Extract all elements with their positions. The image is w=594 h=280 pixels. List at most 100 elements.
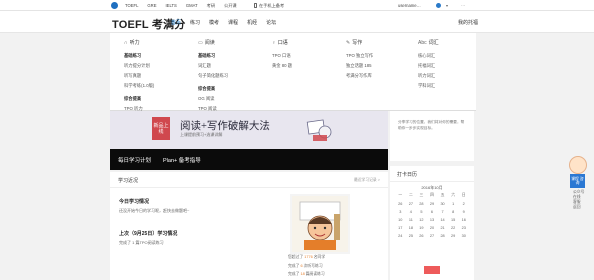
nav-forum[interactable]: 论坛 — [266, 19, 276, 26]
menu-item[interactable]: 词汇题 — [198, 63, 228, 69]
user-avatar[interactable] — [435, 2, 442, 9]
recent-records-link[interactable]: 最近学习记录 > — [354, 178, 380, 183]
calendar-day[interactable]: 26 — [395, 202, 406, 206]
mobile-app-link[interactable]: 在手机上备考 — [254, 3, 284, 9]
calendar-day[interactable]: 29 — [448, 234, 459, 238]
tab-daily-plan[interactable]: 每日学习计划 — [118, 156, 151, 164]
menu-column-speaking: ♀ 口语 TPO 口语 黄金 80 题 — [272, 39, 292, 73]
calendar-weekday: 一 — [398, 193, 403, 197]
course-consult-button[interactable]: 课程 咨询 — [570, 174, 585, 188]
calendar-day[interactable]: 27 — [406, 202, 417, 206]
menu-item[interactable]: OG 阅读 — [198, 96, 228, 102]
menu-item: 基础练习 — [124, 53, 142, 58]
menu-column-listening: ∩ 听力 基础练习 听力提分计划 听写真题 科学考练(1.0版) 综合提高 TPO… — [124, 39, 154, 116]
calendar-day[interactable]: 23 — [458, 226, 469, 230]
calendar-day[interactable]: 29 — [427, 202, 438, 206]
menu-item: 基础练习 — [198, 53, 216, 58]
pen-icon: ✎ — [346, 40, 351, 46]
calendar-day[interactable]: 14 — [437, 218, 448, 222]
menu-column-reading: ▭ 阅读 基础练习 词汇题 句子简化题练习 综合提高 OG 阅读 TPO 阅读 — [198, 39, 228, 116]
tab-plan-plus[interactable]: Plan+ 备考指导 — [163, 156, 201, 164]
site-link-gmat[interactable]: GMAT — [186, 3, 198, 9]
menu-item[interactable]: TPO 独立写作 — [346, 53, 373, 59]
calendar-day[interactable]: 2 — [458, 202, 469, 206]
menu-item[interactable]: 听写真题 — [124, 73, 154, 79]
username-label[interactable]: username… — [398, 3, 421, 8]
calendar-day[interactable]: 30 — [437, 202, 448, 206]
banner-tag: 新品上线 — [152, 117, 170, 140]
main-header: TOEFL 考满分 首页 练习 模考 课程 机经 论坛 我的托福 — [0, 11, 594, 33]
calendar-day[interactable]: 16 — [458, 218, 469, 222]
calendar-day[interactable]: 28 — [416, 202, 427, 206]
menu-item[interactable]: 独立话题 185 — [346, 63, 373, 69]
calendar-day[interactable]: 27 — [427, 234, 438, 238]
calendar-day[interactable]: 10 — [395, 218, 406, 222]
calendar-weekday: 三 — [419, 193, 424, 197]
abc-icon: Abc — [418, 40, 427, 46]
calendar-day[interactable]: 7 — [437, 210, 448, 214]
menu-item: 综合提高 — [198, 86, 216, 91]
calendar-weekday: 日 — [461, 193, 466, 197]
calendar-day[interactable]: 18 — [406, 226, 417, 230]
headphones-icon: ∩ — [124, 40, 128, 46]
menu-item[interactable]: 黄金 80 题 — [272, 63, 292, 69]
menu-item[interactable]: 听力提分计划 — [124, 63, 154, 69]
menu-item[interactable]: 核心词汇 — [418, 53, 439, 59]
menu-item[interactable]: 学科词汇 — [418, 83, 439, 89]
nav-jijing[interactable]: 机经 — [247, 19, 257, 26]
chevron-down-icon[interactable]: ▾ — [446, 3, 448, 8]
banner-illustration-icon — [306, 119, 332, 141]
calendar-day[interactable]: 25 — [406, 234, 417, 238]
calendar-day[interactable]: 26 — [416, 234, 427, 238]
today-marker[interactable] — [424, 266, 440, 274]
last-session-text[interactable]: 完成了 1 篇TPO阅读练习 — [119, 240, 164, 246]
nav-practice[interactable]: 练习 — [190, 19, 200, 26]
calendar-day[interactable]: 20 — [427, 226, 438, 230]
site-link-gre[interactable]: GRE — [147, 3, 156, 9]
top-utility-bar: TOEFL GRE IELTS GMAT 考研 公开课 在手机上备考 usern… — [0, 0, 594, 11]
nav-courses[interactable]: 课程 — [228, 19, 238, 26]
menu-column-title: ✎ 写作 — [346, 40, 363, 46]
menu-item[interactable]: TPO 口语 — [272, 53, 292, 59]
site-link-kaoyan[interactable]: 考研 — [207, 3, 215, 9]
calendar-day[interactable]: 11 — [406, 218, 417, 222]
calendar-day[interactable]: 21 — [437, 226, 448, 230]
calendar-day[interactable]: 3 — [395, 210, 406, 214]
calendar-day[interactable]: 15 — [448, 218, 459, 222]
site-logo-icon[interactable] — [111, 2, 118, 9]
stat-reading: 完成了 18 篇阅读练习 — [288, 272, 325, 276]
calendar-day[interactable]: 4 — [406, 210, 417, 214]
nav-home[interactable]: 首页 — [171, 19, 181, 26]
calendar-day[interactable]: 5 — [416, 210, 427, 214]
site-link-ielts[interactable]: IELTS — [166, 3, 177, 9]
calendar-day[interactable]: 28 — [437, 234, 448, 238]
calendar-month[interactable]: 2016年10月 — [390, 185, 474, 191]
promo-banner[interactable]: 新品上线 阅读+写作破解大法 上课提前预习+选课详解 — [152, 114, 362, 147]
menu-item[interactable]: 听力词汇 — [418, 73, 439, 79]
more-icon[interactable]: ··· — [461, 3, 465, 8]
calendar-day[interactable]: 17 — [395, 226, 406, 230]
assistant-avatar[interactable] — [569, 156, 587, 174]
stat-dictation: 完成了 6 次听写练习 — [288, 264, 323, 268]
nav-mock-test[interactable]: 模考 — [209, 19, 219, 26]
calendar-day[interactable]: 12 — [416, 218, 427, 222]
calendar-day[interactable]: 8 — [448, 210, 459, 214]
menu-item[interactable]: 托福词汇 — [418, 63, 439, 69]
calendar-day[interactable]: 24 — [395, 234, 406, 238]
my-toefl-link[interactable]: 我的托福 — [458, 19, 478, 26]
calendar-day[interactable]: 22 — [448, 226, 459, 230]
calendar-day[interactable]: 19 — [416, 226, 427, 230]
menu-item[interactable]: 句子简化题练习 — [198, 73, 228, 79]
calendar-day[interactable]: 6 — [427, 210, 438, 214]
calendar-day[interactable]: 30 — [458, 234, 469, 238]
site-link-open-class[interactable]: 公开课 — [224, 3, 237, 9]
calendar-day[interactable]: 1 — [448, 202, 459, 206]
site-link-toefl[interactable]: TOEFL — [125, 3, 138, 9]
float-link[interactable]: 返回 — [573, 205, 585, 210]
main-nav: 首页 练习 模考 课程 机经 论坛 — [171, 19, 276, 26]
calendar-day[interactable]: 13 — [427, 218, 438, 222]
menu-item[interactable]: 科学考练(1.0版) — [124, 83, 154, 89]
today-text: 还没开始今日的学习呢，赶快去做题吧~ — [119, 208, 190, 213]
menu-item[interactable]: 考满分写作库 — [346, 73, 373, 79]
calendar-day[interactable]: 9 — [458, 210, 469, 214]
